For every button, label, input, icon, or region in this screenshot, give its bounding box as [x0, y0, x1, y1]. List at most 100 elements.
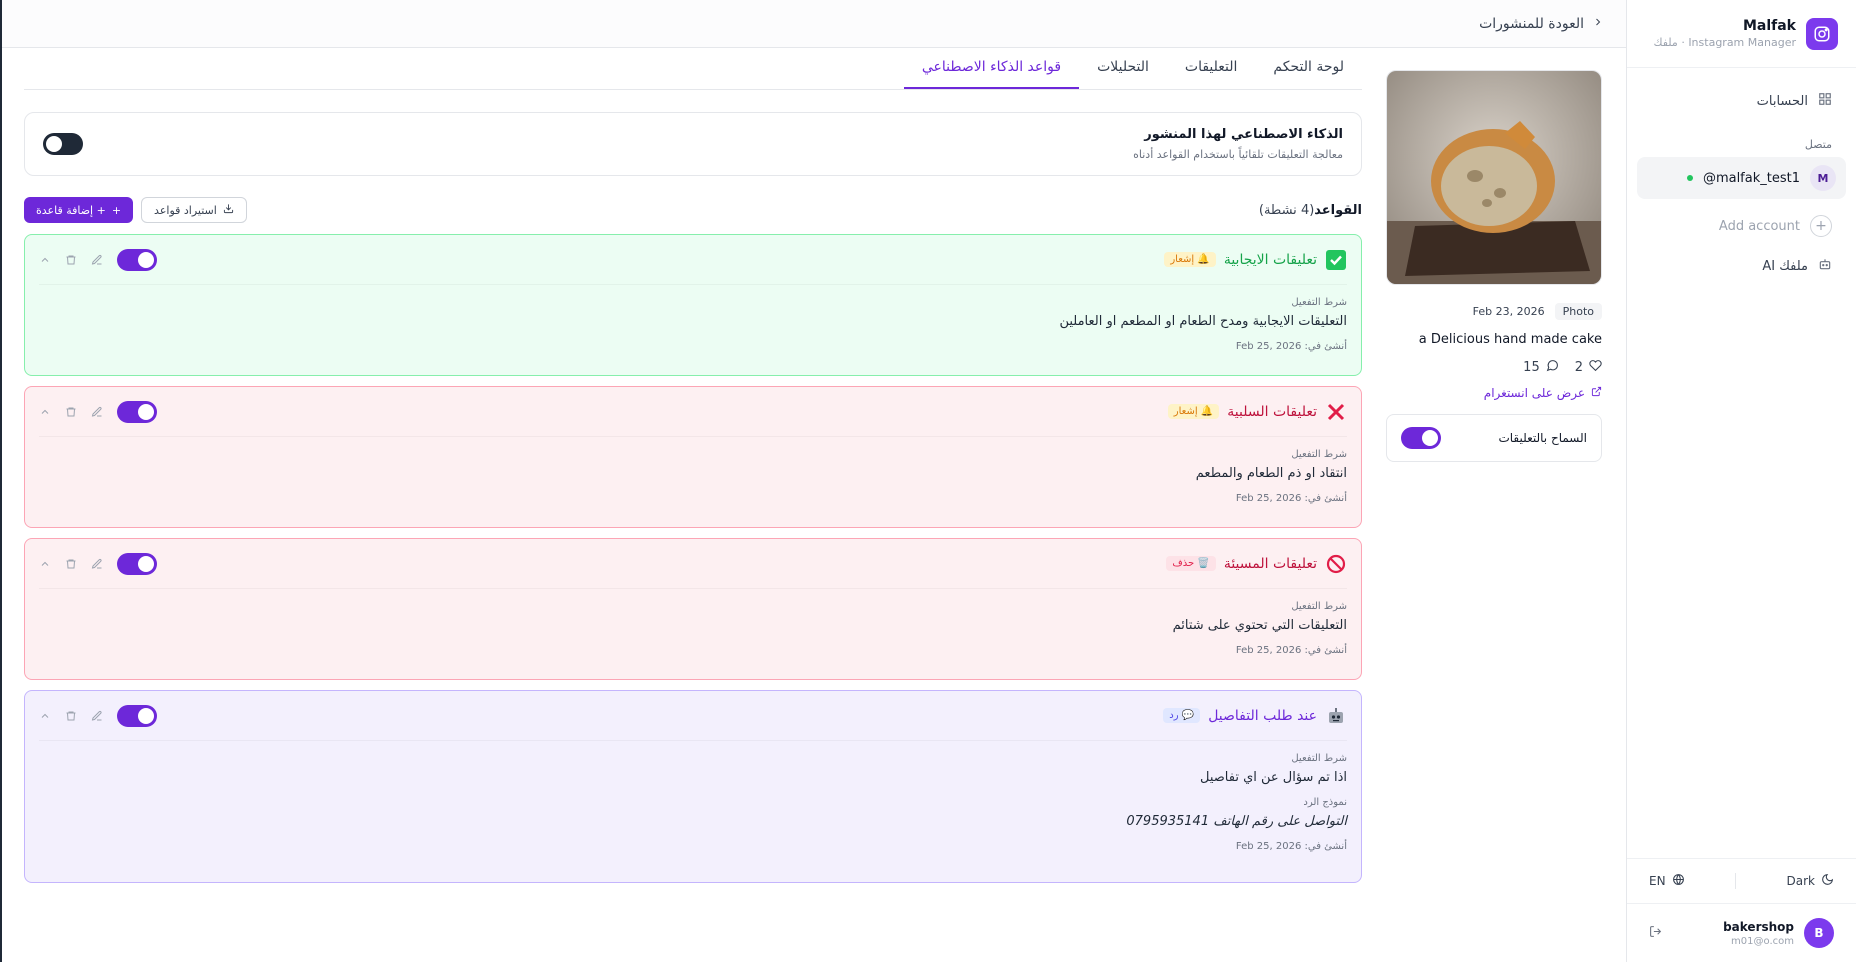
condition-text: انتقاد او ذم الطعام والمطعم [1195, 466, 1347, 481]
edit-icon[interactable] [91, 254, 103, 266]
allow-comments-label: السماح بالتعليقات [1498, 431, 1587, 445]
tab-dashboard[interactable]: لوحة التحكم [1255, 59, 1362, 89]
comments-stat: 15 [1523, 359, 1559, 376]
rule-title: تعليقات السلبية [1227, 403, 1317, 420]
robot-icon [1325, 705, 1347, 727]
reply-template-text: التواصل على رقم الهاتف 0795935141 [1126, 814, 1347, 829]
back-bar: العودة للمنشورات [2, 0, 1626, 48]
account-item[interactable]: M malfak_test1@ [1637, 157, 1846, 199]
post-details: Photo Feb 23, 2026 a Delicious hand made… [1386, 70, 1602, 462]
created-date: أنشئ في: Feb 25, 2026 [1235, 493, 1347, 504]
notify-badge: 🔔 إشعار [1167, 404, 1220, 419]
main-content: Photo Feb 23, 2026 a Delicious hand made… [24, 48, 1626, 962]
post-image [1386, 70, 1602, 285]
user-name: bakershop [1723, 919, 1794, 934]
rules-count: (4 نشطة) [1258, 202, 1315, 218]
trash-icon[interactable] [65, 406, 77, 418]
ai-rules-panel: الذكاء الاصطناعي لهذا المنشور معالجة الت… [24, 112, 1362, 883]
tab-comments[interactable]: التعليقات [1167, 59, 1256, 89]
avatar: B [1804, 918, 1834, 948]
add-account-label: Add account [1718, 218, 1800, 234]
post-type-badge: Photo [1554, 303, 1602, 320]
theme-label: Dark [1786, 874, 1815, 888]
language-label: EN [1649, 874, 1666, 888]
rule-card: تعليقات الايجابية 🔔 إشعار شرط التفعيل ال… [24, 234, 1362, 376]
import-rules-button[interactable]: استيراد قواعد [141, 197, 247, 223]
ai-enable-toggle[interactable] [43, 133, 83, 155]
comments-count: 15 [1523, 360, 1540, 375]
allow-comments-setting: السماح بالتعليقات [1386, 414, 1602, 462]
chevron-up-icon[interactable] [39, 406, 51, 418]
rule-title: تعليقات المسيئة [1223, 555, 1317, 572]
tab-analytics[interactable]: التحليلات [1079, 59, 1167, 89]
trash-icon[interactable] [65, 558, 77, 570]
tab-ai-rules[interactable]: قواعد الذكاء الاصطناعي [903, 59, 1080, 89]
notify-badge: 🔔 إشعار [1164, 252, 1216, 267]
user-email: m01@o.com [1731, 935, 1794, 947]
chevron-up-icon[interactable] [39, 558, 51, 570]
instagram-logo-icon [1806, 17, 1838, 50]
external-link-icon [1591, 386, 1602, 400]
trash-icon[interactable] [65, 710, 77, 722]
rule-enable-toggle[interactable] [117, 552, 157, 575]
moon-icon [1821, 873, 1834, 889]
sidebar-item-label: ملفك AI [1762, 258, 1808, 274]
allow-comments-toggle[interactable] [1401, 427, 1441, 449]
condition-label: شرط التفعيل [1291, 297, 1347, 308]
connected-section-label: متصل [1804, 138, 1832, 151]
grid-icon [1818, 92, 1832, 110]
created-date: أنشئ في: Feb 25, 2026 [1235, 841, 1347, 852]
tab-bar: لوحة التحكم التعليقات التحليلات قواعد ال… [24, 48, 1362, 90]
add-rule-label: + إضافة قاعدة [36, 203, 106, 217]
brand: Malfak Instagram Manager · ملفك [1627, 0, 1856, 68]
chevron-up-icon[interactable] [39, 254, 51, 266]
trash-icon[interactable] [65, 254, 77, 266]
edit-icon[interactable] [91, 558, 103, 570]
created-date: أنشئ في: Feb 25, 2026 [1235, 341, 1347, 352]
theme-toggle[interactable]: Dark [1787, 873, 1834, 889]
ai-card-title: الذكاء الاصطناعي لهذا المنشور [1144, 127, 1343, 142]
rule-card: عند طلب التفاصيل 💬 رد شرط التفعيل اذا تم… [24, 690, 1362, 883]
check-mark-icon [1325, 249, 1347, 271]
language-toggle[interactable]: EN [1649, 873, 1685, 889]
user-card: B bakershop m01@o.com [1627, 904, 1856, 962]
chevron-up-icon[interactable] [39, 710, 51, 722]
sidebar-item-label: الحسابات [1756, 93, 1808, 109]
sidebar-item-accounts[interactable]: الحسابات [1637, 82, 1846, 120]
sidebar-item-ai-profile[interactable]: ملفك AI [1637, 247, 1846, 285]
robot-icon [1818, 257, 1832, 275]
rules-header: القواعد(4 نشطة) استيراد قواعد + + إضافة … [24, 196, 1362, 224]
rule-enable-toggle[interactable] [117, 248, 157, 271]
reply-template-label: نموذج الرد [1303, 797, 1347, 808]
brand-subtitle: Instagram Manager · ملفك [1653, 36, 1796, 49]
post-date: Feb 23, 2026 [1472, 305, 1545, 318]
condition-text: التعليقات التي تحتوي على شتائم [1172, 618, 1347, 633]
condition-text: اذا تم سؤال عن اي تفاصيل [1199, 770, 1347, 785]
back-to-posts-link[interactable]: العودة للمنشورات [1479, 16, 1584, 32]
condition-label: شرط التفعيل [1291, 753, 1347, 764]
rule-title: تعليقات الايجابية [1223, 251, 1317, 268]
edit-icon[interactable] [91, 406, 103, 418]
cross-mark-icon [1325, 401, 1347, 423]
condition-label: شرط التفعيل [1291, 601, 1347, 612]
logout-icon[interactable] [1649, 925, 1662, 942]
add-account-button[interactable]: + Add account [1637, 205, 1846, 247]
brand-name: Malfak [1742, 18, 1796, 34]
ai-card-subtitle: معالجة التعليقات تلقائياً باستخدام القوا… [1133, 148, 1343, 161]
rule-enable-toggle[interactable] [117, 704, 157, 727]
view-on-instagram-link[interactable]: عرض على انستغرام [1386, 386, 1602, 400]
add-rule-button[interactable]: + + إضافة قاعدة [24, 197, 134, 223]
import-rules-label: استيراد قواعد [154, 203, 217, 217]
globe-icon [1672, 873, 1685, 889]
plus-icon: + [111, 203, 122, 217]
edit-icon[interactable] [91, 710, 103, 722]
download-icon [223, 203, 234, 217]
online-dot-icon [1686, 175, 1693, 181]
rule-enable-toggle[interactable] [117, 400, 157, 423]
comment-icon [1546, 359, 1559, 376]
sidebar: Malfak Instagram Manager · ملفك الحسابات… [1626, 0, 1856, 962]
chevron-right-icon[interactable] [1592, 16, 1604, 32]
prohibited-icon [1325, 553, 1347, 575]
post-caption: a Delicious hand made cake [1418, 332, 1602, 347]
delete-badge: 🗑️ حذف [1166, 556, 1216, 571]
